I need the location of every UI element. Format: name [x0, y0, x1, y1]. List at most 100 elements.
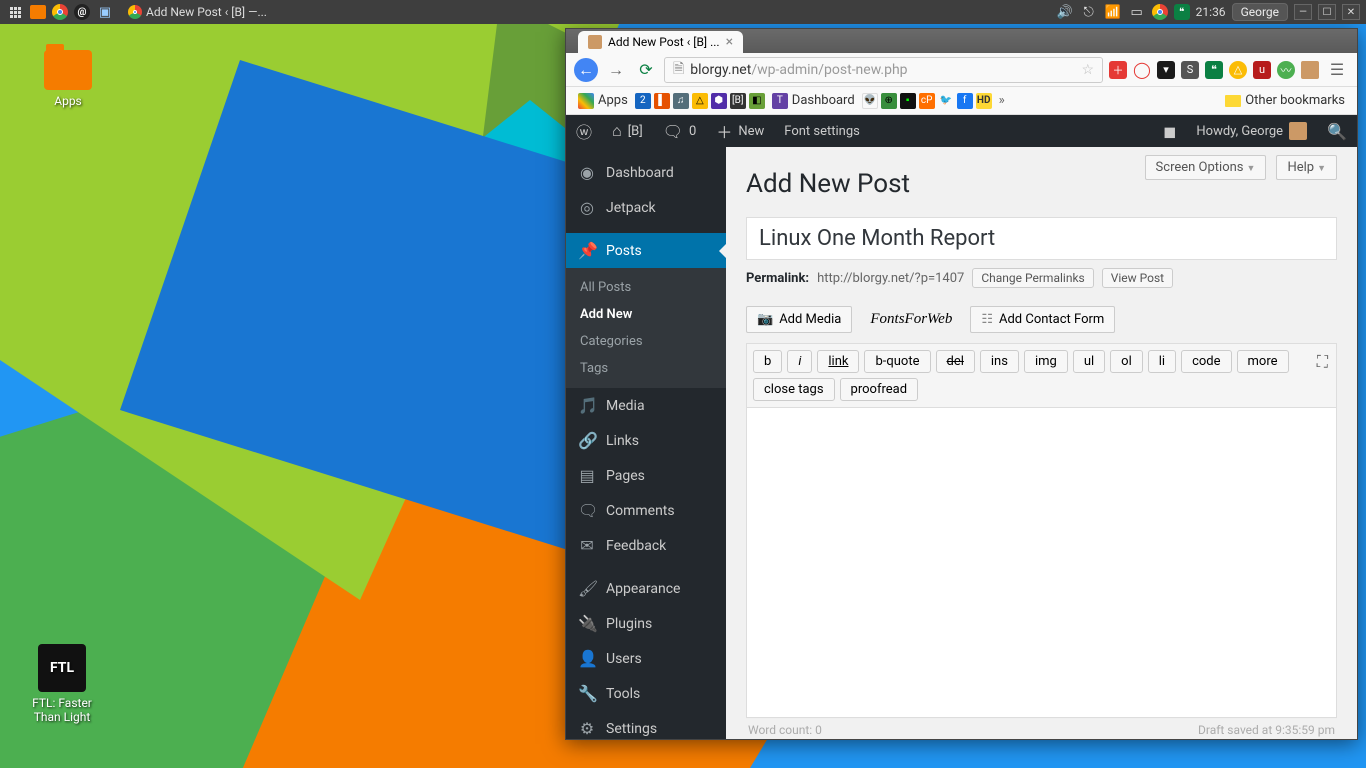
ext-abp-icon[interactable]: ◯	[1133, 61, 1151, 79]
sidebar-item-categories[interactable]: Categories	[566, 328, 726, 355]
menu-icon[interactable]: ☰	[1325, 58, 1349, 82]
editor-btn-i[interactable]: i	[787, 350, 812, 373]
new-link[interactable]: ＋New	[706, 115, 774, 147]
sidebar-item-links[interactable]: 🔗Links	[566, 423, 726, 458]
help-button[interactable]: Help▼	[1276, 155, 1337, 180]
bm-icon-9[interactable]: ⊕	[881, 93, 897, 109]
sidebar-item-plugins[interactable]: 🔌Plugins	[566, 606, 726, 641]
reload-button[interactable]: ⟳	[634, 58, 658, 82]
wifi-icon[interactable]: 📶	[1104, 3, 1122, 21]
editor-btn-ol[interactable]: ol	[1110, 350, 1143, 373]
ftl-shortcut[interactable]: FTL FTL: Faster Than Light	[22, 644, 102, 724]
apps-folder[interactable]: Apps	[28, 50, 108, 108]
sidebar-item-appearance[interactable]: 🖌Appearance	[566, 571, 726, 606]
file-manager-icon[interactable]	[30, 5, 46, 19]
editor-btn-img[interactable]: img	[1024, 350, 1068, 373]
ext-hangouts-icon[interactable]: ❝	[1205, 61, 1223, 79]
fullscreen-icon[interactable]: ⛶	[1317, 352, 1328, 372]
wp-logo[interactable]: ⓦ	[566, 115, 602, 147]
app-a-icon[interactable]: @	[74, 4, 90, 20]
editor-btn-closetags[interactable]: close tags	[753, 378, 835, 401]
sidebar-item-media[interactable]: 🎵Media	[566, 388, 726, 423]
sidebar-item-jetpack[interactable]: ◎Jetpack	[566, 190, 726, 225]
add-media-button[interactable]: 📷Add Media	[746, 306, 852, 333]
display-icon[interactable]: ▭	[1128, 3, 1146, 21]
editor-btn-code[interactable]: code	[1181, 350, 1231, 373]
notifications-icon[interactable]: ◼	[1153, 122, 1186, 141]
editor-btn-bquote[interactable]: b-quote	[864, 350, 930, 373]
search-icon[interactable]: 🔍	[1317, 122, 1357, 141]
browser-titlebar[interactable]: Add New Post ‹ [B] ... ×	[566, 29, 1357, 53]
sidebar-item-add-new[interactable]: Add New	[566, 301, 726, 328]
ext-drive-icon[interactable]: △	[1229, 61, 1247, 79]
bm-reddit-icon[interactable]: 👽	[862, 93, 878, 109]
other-bookmarks[interactable]: Other bookmarks	[1221, 91, 1349, 110]
bm-icon-10[interactable]: ▪	[900, 93, 916, 109]
ext-avatar-icon[interactable]	[1301, 61, 1319, 79]
address-bar[interactable]: 🗎 blorgy.net/wp-admin/post-new.php ☆	[664, 57, 1103, 83]
bm-fb-icon[interactable]: f	[957, 93, 973, 109]
sidebar-item-tools[interactable]: 🔧Tools	[566, 676, 726, 711]
editor-textarea[interactable]	[746, 408, 1337, 718]
font-settings-link[interactable]: Font settings	[774, 115, 870, 147]
bm-drive-icon[interactable]: △	[692, 93, 708, 109]
editor-btn-li[interactable]: li	[1148, 350, 1176, 373]
ext-icon-8[interactable]: 〰	[1277, 61, 1295, 79]
tab-close-icon[interactable]: ×	[726, 34, 733, 50]
user-menu[interactable]: George	[1232, 3, 1288, 21]
hangouts-icon[interactable]: ❝	[1174, 4, 1190, 20]
close-button[interactable]: ✕	[1342, 4, 1360, 20]
sidebar-item-all-posts[interactable]: All Posts	[566, 274, 726, 301]
browser-tab[interactable]: Add New Post ‹ [B] ... ×	[578, 31, 743, 53]
indicator-icon[interactable]: ⎋	[1080, 3, 1098, 21]
star-icon[interactable]: ☆	[1081, 62, 1094, 78]
change-permalinks-button[interactable]: Change Permalinks	[972, 268, 1093, 288]
fonts-for-web-button[interactable]: FontsForWeb	[860, 306, 962, 333]
editor-btn-ul[interactable]: ul	[1073, 350, 1105, 373]
sidebar-item-settings[interactable]: ⚙Settings	[566, 711, 726, 739]
ext-plus-icon[interactable]: ＋	[1109, 61, 1127, 79]
maximize-button[interactable]: ☐	[1318, 4, 1336, 20]
forward-button[interactable]: →	[604, 58, 628, 82]
sidebar-item-posts[interactable]: 📌Posts	[566, 233, 726, 268]
editor-btn-b[interactable]: b	[753, 350, 782, 373]
ext-icon-4[interactable]: S	[1181, 61, 1199, 79]
bm-icon-7[interactable]: ◧	[749, 93, 765, 109]
bm-icon-2[interactable]: ▌	[654, 93, 670, 109]
bm-b-icon[interactable]: [B]	[730, 93, 746, 109]
howdy-link[interactable]: Howdy, George	[1186, 122, 1317, 140]
bm-music-icon[interactable]: ♫	[673, 93, 689, 109]
editor-btn-del[interactable]: del	[936, 350, 975, 373]
back-button[interactable]: ←	[574, 58, 598, 82]
site-link[interactable]: ⌂[B]	[602, 115, 653, 147]
ext-ublock-icon[interactable]: u	[1253, 61, 1271, 79]
bm-twitter-icon[interactable]: 🐦	[938, 93, 954, 109]
apps-bookmark[interactable]: Apps	[574, 91, 632, 111]
editor-btn-more[interactable]: more	[1237, 350, 1289, 373]
minimize-button[interactable]: ―	[1294, 4, 1312, 20]
editor-btn-ins[interactable]: ins	[980, 350, 1019, 373]
bm-more-icon[interactable]: »	[995, 93, 1009, 108]
sidebar-item-comments[interactable]: 🗨Comments	[566, 493, 726, 528]
twitch-bookmark[interactable]: TDashboard	[768, 91, 859, 111]
bm-cp-icon[interactable]: cP	[919, 93, 935, 109]
screen-options-button[interactable]: Screen Options▼	[1145, 155, 1267, 180]
active-window-title[interactable]: Add New Post ‹ [B] —...	[120, 5, 275, 19]
chrome-tray-icon[interactable]	[1152, 4, 1168, 20]
bm-hd-icon[interactable]: HD	[976, 93, 992, 109]
editor-btn-link[interactable]: link	[817, 350, 859, 373]
volume-icon[interactable]: 🔊	[1056, 3, 1074, 21]
windows-icon[interactable]: ▣	[96, 3, 114, 21]
editor-btn-proofread[interactable]: proofread	[840, 378, 919, 401]
comments-link[interactable]: 🗨0	[653, 115, 707, 147]
bm-icon-1[interactable]: 2	[635, 93, 651, 109]
chrome-icon[interactable]	[52, 4, 68, 20]
post-title-input[interactable]	[746, 217, 1337, 260]
sidebar-item-feedback[interactable]: ✉Feedback	[566, 528, 726, 563]
add-contact-form-button[interactable]: ☷Add Contact Form	[970, 306, 1115, 333]
sidebar-item-tags[interactable]: Tags	[566, 355, 726, 382]
view-post-button[interactable]: View Post	[1102, 268, 1173, 288]
ext-pocket-icon[interactable]: ▾	[1157, 61, 1175, 79]
app-launcher-icon[interactable]	[6, 3, 24, 21]
clock[interactable]: 21:36	[1196, 5, 1226, 19]
